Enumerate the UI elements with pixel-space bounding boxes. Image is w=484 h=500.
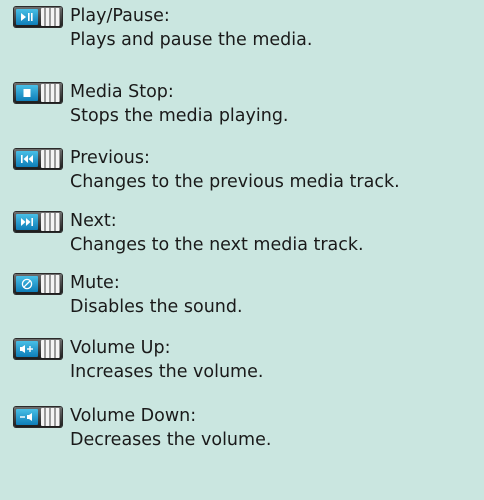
- item-description: Disables the sound.: [70, 297, 243, 317]
- item-title: Mute:: [70, 273, 120, 293]
- previous-track-icon: [21, 155, 33, 163]
- media-stop-key: [14, 83, 62, 103]
- item-description: Increases the volume.: [70, 362, 264, 382]
- next-track-icon: [21, 218, 33, 226]
- media-keys-list: Play/Pause: Plays and pause the media. M…: [0, 0, 484, 500]
- item-title: Volume Up:: [70, 338, 171, 358]
- previous-key: [14, 149, 62, 169]
- play-pause-key: [14, 7, 62, 27]
- stop-icon: [23, 89, 31, 97]
- item-description: Decreases the volume.: [70, 430, 272, 450]
- item-title: Media Stop:: [70, 82, 174, 102]
- item-title: Next:: [70, 211, 117, 231]
- item-description: Plays and pause the media.: [70, 30, 313, 50]
- play-pause-icon: [21, 13, 33, 21]
- volume-up-key: [14, 339, 62, 359]
- volume-down-icon: [20, 413, 32, 421]
- volume-up-icon: [20, 345, 33, 353]
- item-title: Volume Down:: [70, 406, 197, 426]
- item-description: Changes to the previous media track.: [70, 172, 400, 192]
- item-description: Changes to the next media track.: [70, 235, 364, 255]
- next-key: [14, 212, 62, 232]
- mute-icon: [21, 278, 33, 290]
- item-description: Stops the media playing.: [70, 106, 289, 126]
- item-title: Play/Pause:: [70, 6, 170, 26]
- volume-down-key: [14, 407, 62, 427]
- mute-key: [14, 274, 62, 294]
- item-title: Previous:: [70, 148, 150, 168]
